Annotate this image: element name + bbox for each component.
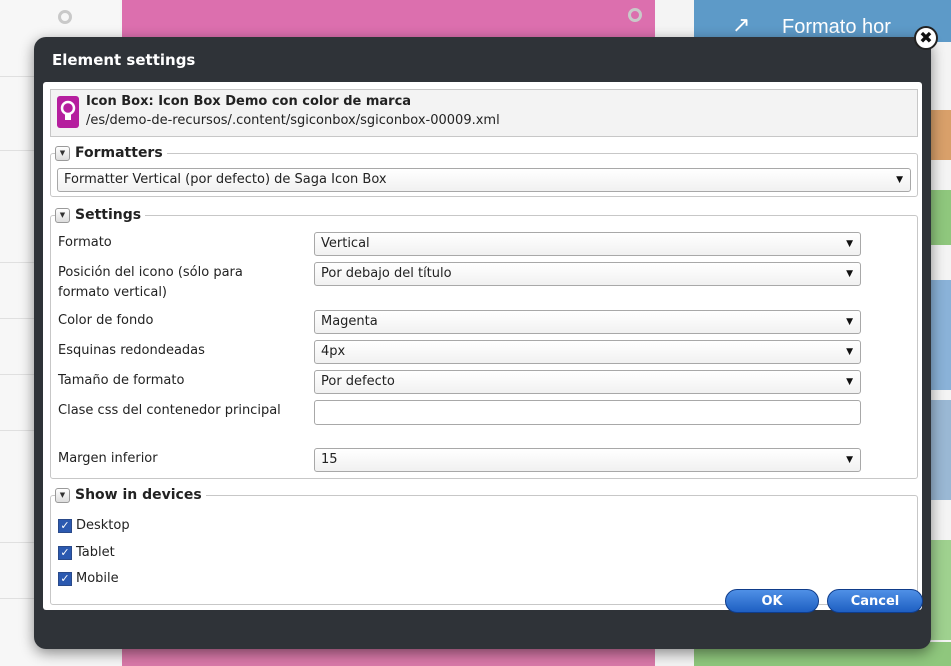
setting-label-color-fondo: Color de fondo (58, 313, 154, 328)
tamano-value: Por defecto (321, 374, 395, 389)
chevron-down-icon: ▼ (846, 239, 853, 249)
formatters-section: ▼ Formatters Formatter Vertical (por def… (50, 145, 918, 197)
checkbox-checked-icon[interactable]: ✓ (58, 518, 72, 533)
background-strip (930, 280, 951, 390)
chevron-down-icon: ▼ (896, 175, 903, 185)
dialog-title: Element settings (52, 51, 196, 69)
background-strip (930, 540, 951, 640)
device-tablet-label: Tablet (76, 545, 115, 560)
checkbox-checked-icon[interactable]: ✓ (58, 571, 72, 586)
formatter-select[interactable]: Formatter Vertical (por defecto) de Saga… (57, 168, 911, 192)
chevron-down-icon: ▼ (846, 317, 853, 327)
background-magenta-block (122, 0, 655, 40)
ok-button[interactable]: OK (725, 589, 819, 613)
color-fondo-value: Magenta (321, 314, 378, 329)
posicion-icono-select[interactable]: Por debajo del título ▼ (314, 262, 861, 286)
setting-label-posicion-icono: Posición del icono (sólo para formato ve… (58, 265, 243, 300)
device-mobile-label: Mobile (76, 571, 119, 586)
formatters-legend-label: Formatters (75, 145, 163, 161)
collapse-toggle-icon[interactable]: ▼ (55, 487, 70, 503)
element-settings-dialog: Element settings Icon Box: Icon Box Demo… (34, 37, 931, 649)
close-icon[interactable]: ✖ (914, 26, 938, 50)
setting-label-margen-inferior: Margen inferior (58, 451, 158, 466)
external-link-icon: ↗ (732, 12, 751, 37)
setting-label-formato: Formato (58, 235, 112, 250)
posicion-icono-value: Por debajo del título (321, 266, 452, 281)
cancel-button[interactable]: Cancel (827, 589, 923, 613)
resource-info-box: Icon Box: Icon Box Demo con color de mar… (50, 89, 918, 137)
margen-inferior-value: 15 (321, 452, 338, 467)
chevron-down-icon: ▼ (846, 269, 853, 279)
resource-path: /es/demo-de-recursos/.content/sgiconbox/… (86, 113, 500, 128)
background-strip (930, 110, 951, 160)
chevron-down-icon: ▼ (846, 347, 853, 357)
lightbulb-icon (57, 96, 79, 128)
dialog-content-panel: Icon Box: Icon Box Demo con color de mar… (43, 82, 922, 610)
checkbox-checked-icon[interactable]: ✓ (58, 545, 72, 560)
chevron-down-icon: ▼ (846, 455, 853, 465)
setting-label-esquinas: Esquinas redondeadas (58, 343, 205, 358)
setting-label-clase-css: Clase css del contenedor principal (58, 403, 281, 418)
background-strip (930, 400, 951, 500)
device-desktop-label: Desktop (76, 518, 130, 533)
settings-legend-label: Settings (75, 207, 142, 223)
formatter-select-value: Formatter Vertical (por defecto) de Saga… (64, 172, 387, 187)
formatters-legend[interactable]: ▼ Formatters (55, 145, 167, 161)
setting-label-tamano: Tamaño de formato (58, 373, 185, 388)
tamano-select[interactable]: Por defecto ▼ (314, 370, 861, 394)
esquinas-value: 4px (321, 344, 346, 359)
device-tablet-row[interactable]: ✓ Tablet (58, 545, 115, 560)
background-strip (930, 190, 951, 245)
settings-section: ▼ Settings Formato Vertical ▼ Posición d… (50, 207, 918, 479)
resource-title: Icon Box: Icon Box Demo con color de mar… (86, 94, 412, 109)
collapse-toggle-icon[interactable]: ▼ (55, 145, 70, 161)
esquinas-select[interactable]: 4px ▼ (314, 340, 861, 364)
formato-select[interactable]: Vertical ▼ (314, 232, 861, 256)
margen-inferior-select[interactable]: 15 ▼ (314, 448, 861, 472)
background-handle-icon (58, 10, 72, 24)
settings-legend[interactable]: ▼ Settings (55, 207, 146, 223)
formato-value: Vertical (321, 236, 370, 251)
devices-legend[interactable]: ▼ Show in devices (55, 487, 206, 503)
clase-css-input[interactable] (314, 400, 861, 425)
background-format-banner: ↗ Formato hor (694, 0, 951, 42)
background-handle-icon (628, 8, 642, 22)
background-banner-text: Formato hor (782, 16, 891, 38)
device-mobile-row[interactable]: ✓ Mobile (58, 571, 119, 586)
collapse-toggle-icon[interactable]: ▼ (55, 207, 70, 223)
device-desktop-row[interactable]: ✓ Desktop (58, 518, 130, 533)
chevron-down-icon: ▼ (846, 377, 853, 387)
color-fondo-select[interactable]: Magenta ▼ (314, 310, 861, 334)
devices-legend-label: Show in devices (75, 487, 202, 503)
